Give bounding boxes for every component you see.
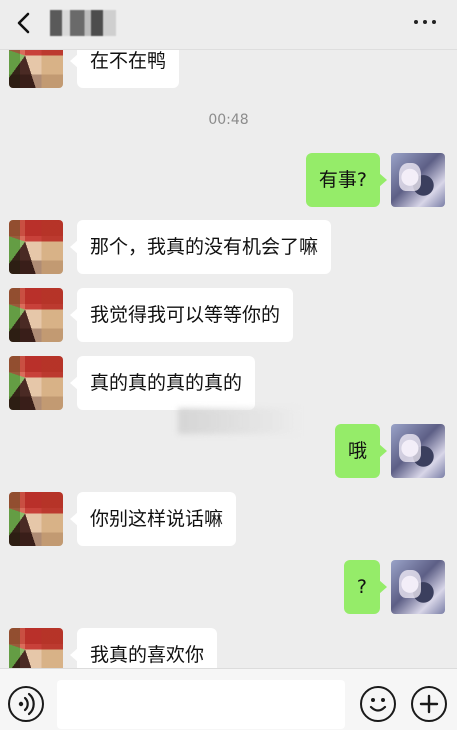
contact-avatar[interactable] [9,220,63,274]
plus-icon [419,694,439,714]
message-row: 我真的喜欢你 [0,628,457,668]
message-row: 真的真的真的真的 [0,356,457,410]
back-button[interactable] [8,8,38,38]
message-row: 有事? [0,153,457,207]
self-avatar[interactable] [391,424,445,478]
message-bubble-received[interactable]: 那个，我真的没有机会了嘛 [69,220,332,274]
message-row: ? [0,560,457,614]
contact-name[interactable] [50,10,116,36]
self-avatar[interactable] [391,153,445,207]
message-row: 我觉得我可以等等你的 [0,288,457,342]
message-input[interactable] [57,680,345,729]
emoji-icon [369,698,387,712]
emoji-button[interactable] [360,686,396,722]
chevron-left-icon [17,12,30,34]
message-list[interactable]: 在不在鸭 00:48 有事? 那个，我真的没有机会了嘛 我觉得我可以等等你的 真… [0,50,457,668]
message-timestamp: 00:48 [208,112,249,128]
message-row: 那个，我真的没有机会了嘛 [0,220,457,274]
message-bubble-sent[interactable]: ? [343,560,388,614]
contact-avatar[interactable] [9,492,63,546]
more-button[interactable] [405,10,445,34]
message-bubble-sent[interactable]: 有事? [305,153,388,207]
message-bubble-received[interactable]: 在不在鸭 [69,50,180,88]
contact-avatar[interactable] [9,356,63,410]
message-bubble-received[interactable]: 你别这样说话嘛 [69,492,237,546]
message-row: 在不在鸭 [0,50,457,88]
more-dots-icon [414,20,436,24]
message-bubble-sent[interactable]: 哦 [334,424,388,478]
message-bubble-received[interactable]: 真的真的真的真的 [69,356,256,410]
message-row: 你别这样说话嘛 [0,492,457,546]
self-avatar[interactable] [391,560,445,614]
input-bar [0,668,457,730]
voice-icon [18,692,35,716]
plus-button[interactable] [411,686,447,722]
message-bubble-received[interactable]: 我真的喜欢你 [69,628,218,668]
chat-header [0,0,457,50]
voice-button[interactable] [8,686,44,722]
contact-avatar[interactable] [9,628,63,668]
message-row: 哦 [0,424,457,478]
message-bubble-received[interactable]: 我觉得我可以等等你的 [69,288,294,342]
contact-avatar[interactable] [9,288,63,342]
contact-avatar[interactable] [9,50,63,88]
